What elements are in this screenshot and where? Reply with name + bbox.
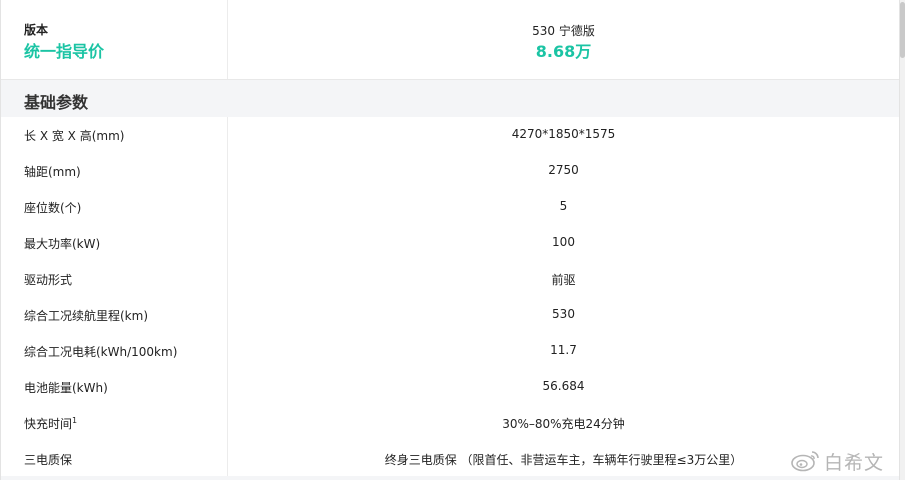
table-row: 电池能量(kWh) 56.684 [1,369,899,406]
weibo-icon [791,451,819,472]
table-row: 最大功率(kW) 100 [1,225,899,262]
footnote-marker[interactable]: 1 [72,416,77,425]
table-row: 长 X 宽 X 高(mm) 4270*1850*1575 [1,117,899,154]
row-label: 三电质保 [24,453,73,467]
variant-name[interactable]: 530 宁德版 [228,22,899,39]
section-header-basic-params[interactable]: 基础参数 [1,80,899,118]
table-header: 版本 统一指导价 530 宁德版 8.68万 [1,0,899,80]
row-label: 综合工况续航里程(km) [24,309,149,323]
row-value: 4270*1850*1575 [511,127,616,141]
table-row: 轴距(mm) 2750 [1,153,899,190]
row-label: 长 X 宽 X 高(mm) [24,129,125,143]
row-value: 30%–80%充电24分钟 [502,417,625,431]
next-section-edge [1,476,899,480]
row-label: 快充时间1 [24,415,77,432]
table-row: 快充时间1 30%–80%充电24分钟 [1,405,899,442]
row-value: 100 [552,235,575,249]
row-label: 轴距(mm) [24,165,81,179]
row-label: 座位数(个) [24,201,82,215]
table-row: 综合工况续航里程(km) 530 [1,297,899,334]
watermark: 白希文 [788,446,898,474]
row-label-text: 快充时间 [24,417,73,431]
row-label: 驱动形式 [24,273,73,287]
row-label: 电池能量(kWh) [24,381,108,395]
table-row: 综合工况电耗(kWh/100km) 11.7 [1,333,899,370]
row-value: 530 [552,307,575,321]
row-value: 11.7 [550,343,577,357]
row-value: 5 [559,199,568,213]
table-row: 三电质保 终身三电质保 （限首任、非营运车主，车辆年行驶里程≤3万公里） [1,441,899,478]
row-label: 最大功率(kW) [24,237,101,251]
price-value: 8.68万 [535,42,592,61]
scrollbar[interactable] [900,0,905,480]
row-value: 2750 [548,163,579,177]
section-title: 基础参数 [24,93,89,112]
row-value: 56.684 [542,379,585,393]
row-value: 前驱 [551,273,576,287]
version-label: 版本 [24,23,49,37]
price-label: 统一指导价 [24,42,105,61]
watermark-text: 白希文 [824,452,885,474]
table-row: 驱动形式 前驱 [1,261,899,298]
table-row: 座位数(个) 5 [1,189,899,226]
spec-table: 版本 统一指导价 530 宁德版 8.68万 基础参数 长 X 宽 X 高(mm… [0,0,900,480]
scrollbar-thumb[interactable] [900,2,905,58]
row-label: 综合工况电耗(kWh/100km) [24,345,178,359]
